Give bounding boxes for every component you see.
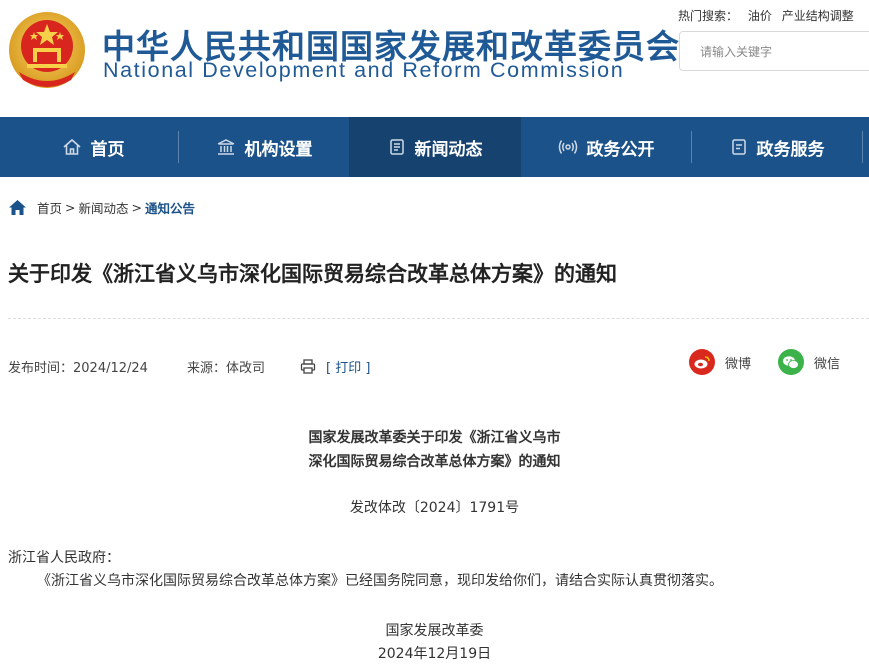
broadcast-icon: [558, 140, 577, 154]
home-icon: [62, 138, 81, 155]
document-heading: 国家发展改革委关于印发《浙江省义乌市 深化国际贸易综合改革总体方案》的通知: [0, 426, 869, 474]
hot-search-label: 热门搜索：: [678, 9, 739, 23]
document-heading-line: 国家发展改革委关于印发《浙江省义乌市: [308, 430, 561, 446]
nav-item-organization[interactable]: 机构设置: [179, 117, 349, 177]
site-title-en[interactable]: National Development and Reform Commissi…: [103, 58, 624, 83]
nav-divider: [862, 131, 863, 163]
breadcrumb-current[interactable]: 通知公告: [145, 198, 195, 217]
signature-org: 国家发展改革委: [385, 623, 484, 639]
share-weibo-label: 微博: [725, 356, 752, 372]
nav-item-label: 新闻动态: [414, 139, 483, 160]
site-header: 中华人民共和国国家发展和改革委员会 National Development a…: [0, 0, 869, 117]
nav-item-label: 政务公开: [586, 139, 655, 160]
national-emblem-icon[interactable]: [7, 10, 87, 92]
document-number: 发改体改〔2024〕1791号: [349, 500, 520, 516]
share-wechat-label: 微信: [814, 356, 841, 372]
hot-search: 热门搜索： 油价 产业结构调整: [678, 7, 860, 24]
printer-icon: [300, 359, 316, 374]
body-paragraph: 《浙江省义乌市深化国际贸易综合改革总体方案》已经国务院同意，现印发给你们，请结合…: [37, 573, 723, 589]
print-label: [ 打印 ]: [326, 361, 371, 376]
weibo-icon: [689, 349, 715, 375]
publish-time: 发布时间：2024/12/24: [8, 361, 148, 376]
addressee: 浙江省人民政府：: [8, 550, 120, 566]
news-icon: [389, 139, 404, 155]
document-icon: [731, 139, 746, 155]
article-title: 关于印发《浙江省义乌市深化国际贸易综合改革总体方案》的通知: [8, 262, 617, 286]
article-source: 来源：体改司: [187, 361, 266, 376]
title-divider: [8, 318, 869, 319]
nav-item-services[interactable]: 政务服务: [692, 117, 862, 177]
share-wechat[interactable]: 微信: [778, 349, 840, 375]
nav-item-home[interactable]: 首页: [8, 117, 178, 177]
breadcrumb-home[interactable]: 首页: [37, 198, 62, 217]
main-nav: 首页 机构设置 新闻动态 政务公开 政务服务: [0, 117, 869, 177]
hot-search-item[interactable]: 油价: [748, 9, 772, 23]
breadcrumb-news[interactable]: 新闻动态: [79, 198, 129, 217]
nav-item-news[interactable]: 新闻动态: [349, 117, 521, 177]
print-button[interactable]: [ 打印 ]: [300, 357, 370, 376]
breadcrumb: 首页 > 新闻动态 > 通知公告: [8, 198, 195, 217]
search-input[interactable]: 请输入关键字: [679, 31, 869, 71]
wechat-icon: [778, 349, 804, 375]
nav-item-label: 机构设置: [244, 139, 313, 160]
nav-item-public-affairs[interactable]: 政务公开: [521, 117, 691, 177]
document-heading-line: 深化国际贸易综合改革总体方案》的通知: [308, 454, 561, 470]
breadcrumb-separator: >: [65, 200, 76, 215]
nav-item-label: 首页: [90, 139, 125, 160]
breadcrumb-separator: >: [131, 200, 142, 215]
hot-search-item[interactable]: 产业结构调整: [782, 9, 854, 23]
nav-item-label: 政务服务: [756, 139, 825, 160]
building-icon: [217, 139, 234, 155]
share-weibo[interactable]: 微博: [689, 349, 751, 375]
home-icon[interactable]: [8, 199, 27, 216]
signature-date: 2024年12月19日: [377, 646, 492, 662]
